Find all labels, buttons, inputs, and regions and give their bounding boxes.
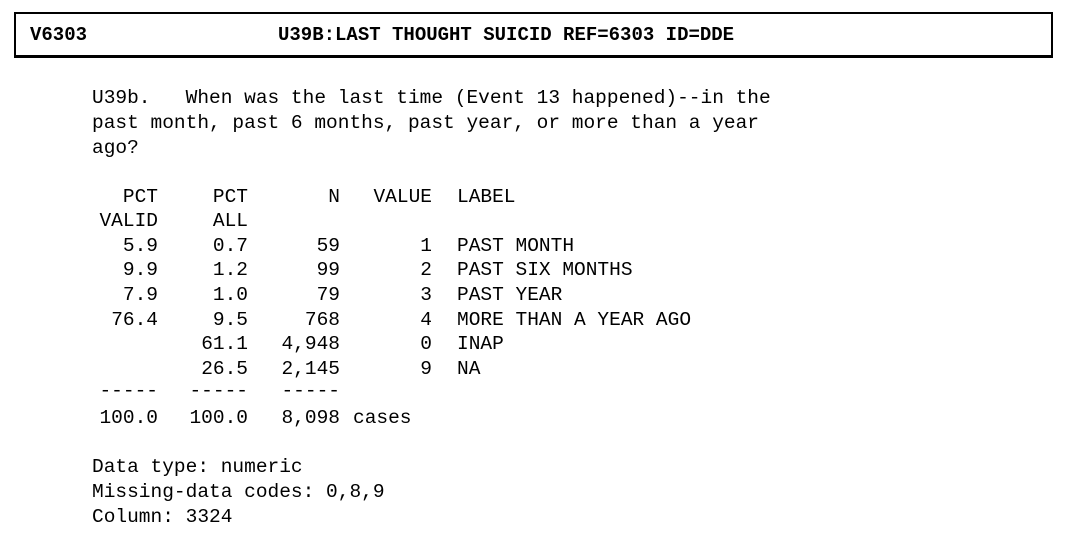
pct-all-cell: 61.1: [201, 333, 248, 355]
total-pct-valid: 100.0: [99, 407, 158, 429]
header-pct-all: PCT: [212, 186, 248, 208]
label-cell: PAST YEAR: [457, 284, 563, 306]
value-cell: 1: [420, 235, 432, 257]
n-cell: 768: [304, 309, 340, 331]
pct-valid-cell: 76.4: [111, 309, 158, 331]
header-all: ALL: [212, 210, 248, 232]
pct-valid-cell: 9.9: [122, 259, 158, 281]
separator-pct-all: -----: [189, 380, 248, 402]
data-type: Data type: numeric: [92, 456, 303, 478]
question-line: U39b. When was the last time (Event 13 h…: [92, 87, 771, 109]
n-cell: 59: [316, 235, 340, 257]
label-cell: MORE THAN A YEAR AGO: [457, 309, 692, 331]
n-cell: 99: [316, 259, 340, 281]
n-cell: 4,948: [281, 333, 340, 355]
value-cell: 2: [420, 259, 432, 281]
value-cell: 3: [420, 284, 432, 306]
label-cell: INAP: [457, 333, 504, 355]
header-pct-valid: PCT: [122, 186, 158, 208]
header-n: N: [328, 186, 340, 208]
variable-title: U39B:LAST THOUGHT SUICID REF=6303 ID=DDE: [278, 24, 735, 46]
value-cell: 0: [420, 333, 432, 355]
missing-data-codes: Missing-data codes: 0,8,9: [92, 481, 385, 503]
column-number: Column: 3324: [92, 506, 233, 528]
n-cell: 2,145: [281, 358, 340, 380]
value-cell: 4: [420, 309, 432, 331]
pct-all-cell: 0.7: [212, 235, 248, 257]
separator-n: -----: [281, 380, 340, 402]
separator-pct-valid: -----: [99, 380, 158, 402]
label-cell: NA: [457, 358, 481, 380]
question-text: U39b. When was the last time (Event 13 h…: [92, 86, 771, 161]
total-n: 8,098: [281, 407, 340, 429]
question-line: ago?: [92, 137, 139, 159]
n-cell: 79: [316, 284, 340, 306]
question-line: past month, past 6 months, past year, or…: [92, 112, 760, 134]
pct-all-cell: 26.5: [201, 358, 248, 380]
pct-all-cell: 1.2: [212, 259, 248, 281]
label-cell: PAST SIX MONTHS: [457, 259, 633, 281]
header-label: LABEL: [457, 186, 516, 208]
pct-all-cell: 1.0: [212, 284, 248, 306]
header-valid: VALID: [99, 210, 158, 232]
pct-all-cell: 9.5: [212, 309, 248, 331]
value-cell: 9: [420, 358, 432, 380]
total-cases-label: cases: [353, 407, 412, 429]
pct-valid-cell: 7.9: [122, 284, 158, 306]
pct-valid-cell: 5.9: [122, 235, 158, 257]
header-value: VALUE: [373, 186, 432, 208]
total-pct-all: 100.0: [189, 407, 248, 429]
variable-header: V6303 U39B:LAST THOUGHT SUICID REF=6303 …: [14, 12, 1053, 58]
variable-id: V6303: [30, 24, 88, 46]
label-cell: PAST MONTH: [457, 235, 575, 257]
